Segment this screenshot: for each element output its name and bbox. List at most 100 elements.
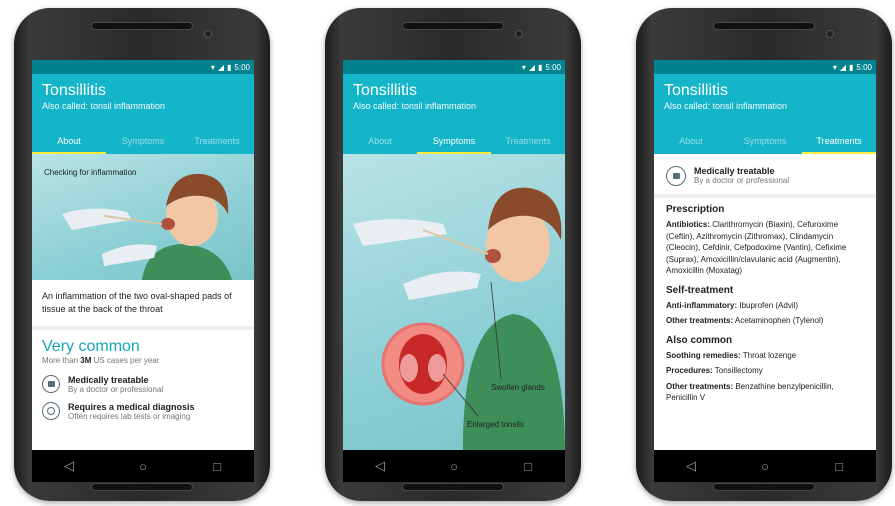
- treatment-text: Acetaminophen (Tylenol): [733, 316, 824, 325]
- battery-icon: ▮: [227, 62, 232, 72]
- list-item-diagnosis[interactable]: Requires a medical diagnosis Often requi…: [32, 398, 254, 425]
- status-time: 5:00: [856, 62, 872, 72]
- treatment-line: Antibiotics: Clarithromycin (Biaxin), Ce…: [654, 217, 876, 279]
- treatment-text: Throat lozenge: [740, 350, 797, 360]
- page-subtitle: Also called: tonsil inflammation: [353, 101, 477, 111]
- tab-about[interactable]: About: [32, 130, 106, 154]
- wifi-icon: ▾: [210, 62, 215, 72]
- section-heading-also-common: Also common: [666, 334, 733, 346]
- cases-text: More than 3M US cases per year: [32, 356, 254, 365]
- medical-kit-icon: [42, 375, 60, 393]
- back-icon[interactable]: ◁: [368, 458, 392, 474]
- description-text: An inflammation of the two oval-shaped p…: [42, 291, 232, 314]
- item-title: Medically treatable: [68, 375, 149, 385]
- speaker-grille: [91, 22, 193, 30]
- item-title: Requires a medical diagnosis: [68, 402, 195, 412]
- section-heading-self-treatment: Self-treatment: [666, 284, 734, 296]
- app-bar: Tonsillitis Also called: tonsil inflamma…: [32, 74, 254, 154]
- status-time: 5:00: [545, 62, 561, 72]
- cases-value: 3M: [80, 356, 92, 365]
- treatment-label: Soothing remedies:: [666, 350, 741, 360]
- label-swollen-glands: Swollen glands: [491, 383, 545, 392]
- status-bar: ▾ ◢ ▮ 5:00: [343, 60, 565, 74]
- recents-icon[interactable]: □: [205, 459, 229, 474]
- tab-bar: About Symptoms Treatments: [343, 130, 565, 154]
- app-bar: Tonsillitis Also called: tonsil inflamma…: [654, 74, 876, 154]
- page-title: Tonsillitis: [42, 82, 107, 99]
- phone-about: ▾ ◢ ▮ 5:00 Tonsillitis Also called: tons…: [14, 8, 270, 501]
- signal-icon: ◢: [217, 62, 225, 72]
- home-icon[interactable]: ○: [442, 459, 466, 474]
- speaker-grille: [402, 483, 504, 491]
- medical-kit-icon: [666, 166, 686, 186]
- status-bar: ▾ ◢ ▮ 5:00: [32, 60, 254, 74]
- navigation-bar: ◁ ○ □: [654, 450, 876, 482]
- tab-symptoms[interactable]: Symptoms: [417, 130, 491, 154]
- home-icon[interactable]: ○: [753, 459, 777, 474]
- camera-icon: [515, 30, 523, 38]
- tab-symptoms[interactable]: Symptoms: [728, 130, 802, 154]
- tab-treatments[interactable]: Treatments: [802, 130, 876, 154]
- tab-bar: About Symptoms Treatments: [654, 130, 876, 154]
- status-time: 5:00: [234, 62, 250, 72]
- back-icon[interactable]: ◁: [679, 458, 703, 474]
- tonsil-illustration-image: [353, 187, 565, 450]
- screen: ▾ ◢ ▮ 5:00 Tonsillitis Also called: tons…: [343, 60, 565, 450]
- illustration-checking: Checking for inflammation: [32, 154, 254, 280]
- tab-about[interactable]: About: [654, 130, 728, 154]
- screen: ▾ ◢ ▮ 5:00 Tonsillitis Also called: tons…: [32, 60, 254, 450]
- stethoscope-icon: [42, 402, 60, 420]
- page-title: Tonsillitis: [353, 82, 418, 99]
- treatment-text: Ibuprofen (Advil): [737, 300, 799, 310]
- tab-bar: About Symptoms Treatments: [32, 130, 254, 154]
- list-item-treatable[interactable]: Medically treatable By a doctor or profe…: [654, 154, 876, 194]
- camera-icon: [826, 30, 834, 38]
- treatment-line: Anti-inflammatory: Ibuprofen (Advil): [654, 298, 876, 314]
- item-subtitle: By a doctor or professional: [68, 385, 164, 394]
- phone-treatments: ▾ ◢ ▮ 5:00 Tonsillitis Also called: tons…: [636, 8, 892, 501]
- treatment-line: Procedures: Tonsillectomy: [654, 363, 876, 379]
- signal-icon: ◢: [839, 62, 847, 72]
- speaker-grille: [402, 22, 504, 30]
- camera-icon: [204, 30, 212, 38]
- speaker-grille: [713, 483, 815, 491]
- treatment-label: Other treatments:: [666, 381, 734, 391]
- status-bar: ▾ ◢ ▮ 5:00: [654, 60, 876, 74]
- phone-symptoms: ▾ ◢ ▮ 5:00 Tonsillitis Also called: tons…: [325, 8, 581, 501]
- home-icon[interactable]: ○: [131, 459, 155, 474]
- signal-icon: ◢: [528, 62, 536, 72]
- treatment-line: Soothing remedies: Throat lozenge: [654, 348, 876, 364]
- image-caption: Checking for inflammation: [44, 168, 137, 177]
- page-subtitle: Also called: tonsil inflammation: [42, 101, 166, 111]
- wifi-icon: ▾: [521, 62, 526, 72]
- recents-icon[interactable]: □: [516, 459, 540, 474]
- speaker-grille: [713, 22, 815, 30]
- wifi-icon: ▾: [832, 62, 837, 72]
- frequency-heading: Very common: [42, 338, 140, 355]
- label-enlarged-tonsils: Enlarged tonsils: [467, 420, 524, 429]
- app-bar: Tonsillitis Also called: tonsil inflamma…: [343, 74, 565, 154]
- battery-icon: ▮: [538, 62, 543, 72]
- page-title: Tonsillitis: [664, 82, 729, 99]
- back-icon[interactable]: ◁: [57, 458, 81, 474]
- recents-icon[interactable]: □: [827, 459, 851, 474]
- treatment-label: Other treatments:: [666, 316, 734, 325]
- tab-symptoms[interactable]: Symptoms: [106, 130, 180, 154]
- navigation-bar: ◁ ○ □: [343, 450, 565, 482]
- speaker-grille: [91, 483, 193, 491]
- list-item-treatable[interactable]: Medically treatable By a doctor or profe…: [32, 371, 254, 398]
- illustration-symptoms: Swollen glands Enlarged tonsils: [343, 154, 565, 450]
- cases-prefix: More than: [42, 356, 81, 365]
- tab-treatments[interactable]: Treatments: [180, 130, 254, 154]
- item-subtitle: By a doctor or professional: [694, 176, 790, 185]
- section-heading-prescription: Prescription: [666, 204, 725, 215]
- treatment-label: Procedures:: [666, 366, 713, 375]
- treatment-label: Antibiotics:: [666, 220, 710, 229]
- tab-treatments[interactable]: Treatments: [491, 130, 565, 154]
- cases-suffix: US cases per year: [91, 356, 160, 365]
- tab-about[interactable]: About: [343, 130, 417, 154]
- treatment-line: Other treatments: Acetaminophen (Tylenol…: [654, 313, 876, 329]
- navigation-bar: ◁ ○ □: [32, 450, 254, 482]
- treatment-line: Other treatments: Benzathine benzylpenic…: [654, 379, 876, 406]
- screen: ▾ ◢ ▮ 5:00 Tonsillitis Also called: tons…: [654, 60, 876, 450]
